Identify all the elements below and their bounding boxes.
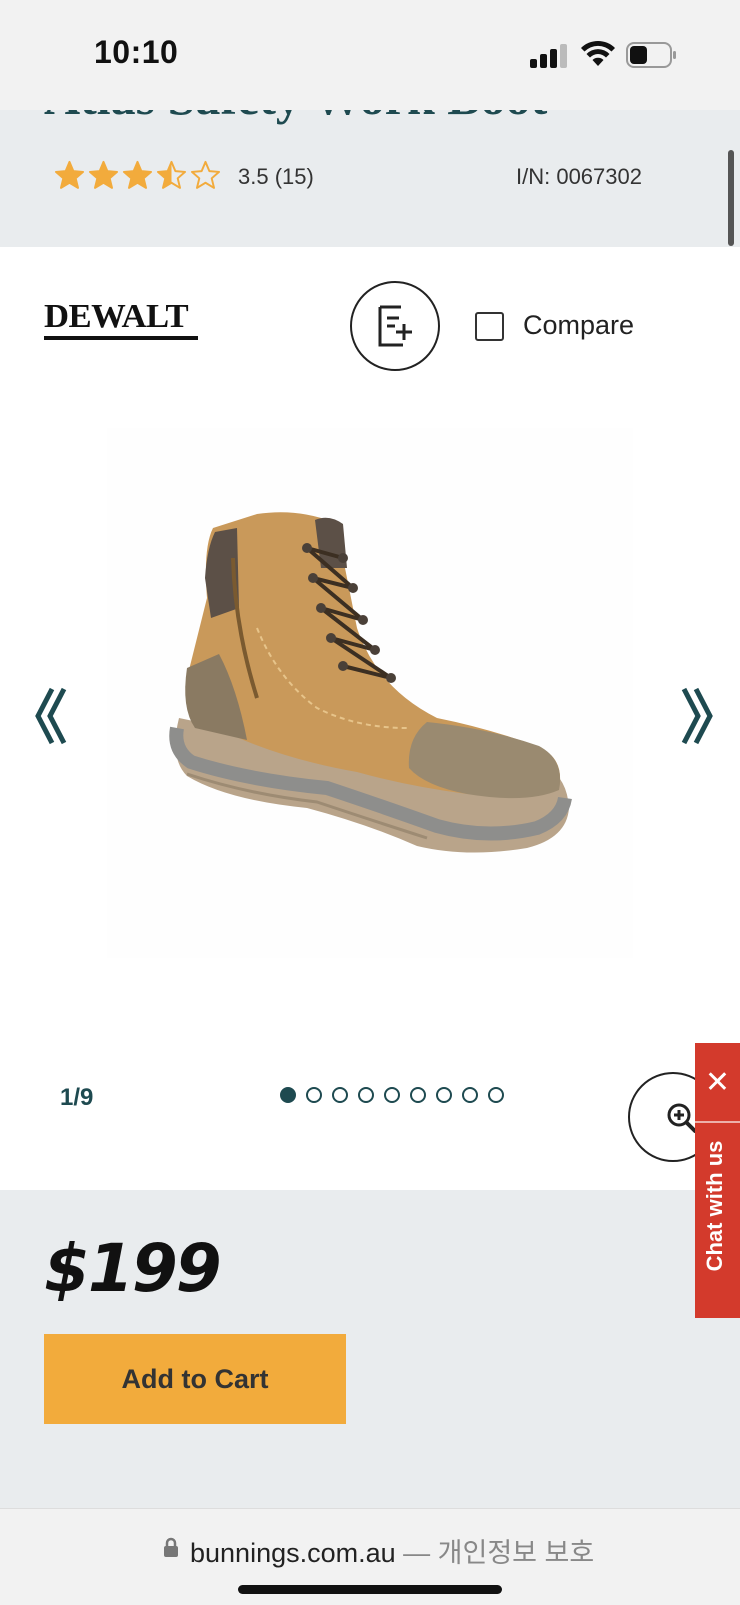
product-page: 10:10 Atlas Safety Work Boot 3.5 (15) I/…	[0, 0, 740, 1605]
boot-image	[169, 512, 572, 853]
carousel-dots	[280, 1087, 504, 1103]
star-full-icon	[88, 160, 119, 189]
carousel-dot[interactable]	[332, 1087, 348, 1103]
product-title: Atlas Safety Work Boot	[44, 110, 547, 126]
add-to-cart-button[interactable]: Add to Cart	[44, 1334, 346, 1424]
lock-icon	[164, 1537, 178, 1557]
url-domain: bunnings.com.au	[190, 1538, 396, 1568]
add-to-list-button[interactable]	[350, 281, 440, 371]
rating-summary[interactable]: 3.5 (15)	[238, 164, 314, 190]
compare-checkbox[interactable]	[475, 312, 504, 341]
home-indicator[interactable]	[238, 1585, 502, 1594]
rating-stars[interactable]	[54, 160, 221, 191]
carousel-dot[interactable]	[280, 1087, 296, 1103]
star-full-icon	[122, 160, 153, 189]
url-text[interactable]: bunnings.com.au — 개인정보 보호	[190, 1531, 594, 1570]
status-bar: 10:10	[0, 0, 740, 110]
carousel-dot[interactable]	[436, 1087, 452, 1103]
zoom-in-icon	[667, 1103, 697, 1133]
star-full-icon	[54, 160, 85, 189]
product-header: Atlas Safety Work Boot 3.5 (15) I/N: 006…	[0, 110, 740, 247]
chat-widget[interactable]: ✕ Chat with us	[695, 1043, 740, 1318]
browser-address-bar[interactable]: bunnings.com.au — 개인정보 보호	[0, 1508, 740, 1605]
wifi-icon	[581, 40, 615, 66]
item-number: I/N: 0067302	[516, 164, 642, 189]
brand-underline	[44, 336, 198, 340]
product-image[interactable]	[107, 428, 633, 958]
product-price: $199	[44, 1230, 222, 1307]
double-chevron-left-icon[interactable]	[32, 685, 70, 747]
star-half-icon	[156, 160, 187, 189]
double-chevron-right-icon[interactable]	[678, 685, 716, 747]
add-to-list-icon	[378, 305, 412, 347]
carousel-dot[interactable]	[488, 1087, 504, 1103]
brand-logo[interactable]: DEWALT	[44, 300, 198, 340]
url-privacy-note: — 개인정보 보호	[395, 1538, 595, 1568]
scrollbar-thumb[interactable]	[728, 150, 734, 246]
status-time: 10:10	[94, 34, 179, 70]
purchase-panel: $199 Add to Cart	[0, 1190, 740, 1508]
image-counter: 1/9	[60, 1084, 94, 1111]
chat-with-us-label[interactable]: Chat with us	[702, 1126, 728, 1286]
carousel-dot[interactable]	[358, 1087, 374, 1103]
compare-label[interactable]: Compare	[523, 310, 634, 341]
carousel-dot[interactable]	[306, 1087, 322, 1103]
brand-name: DEWALT	[44, 298, 189, 335]
star-empty-icon	[190, 160, 221, 189]
carousel-dot[interactable]	[384, 1087, 400, 1103]
chat-close-button[interactable]: ✕	[695, 1043, 740, 1123]
cellular-signal-icon	[530, 44, 570, 68]
carousel-dot[interactable]	[410, 1087, 426, 1103]
battery-icon	[626, 42, 676, 68]
carousel-dot[interactable]	[462, 1087, 478, 1103]
